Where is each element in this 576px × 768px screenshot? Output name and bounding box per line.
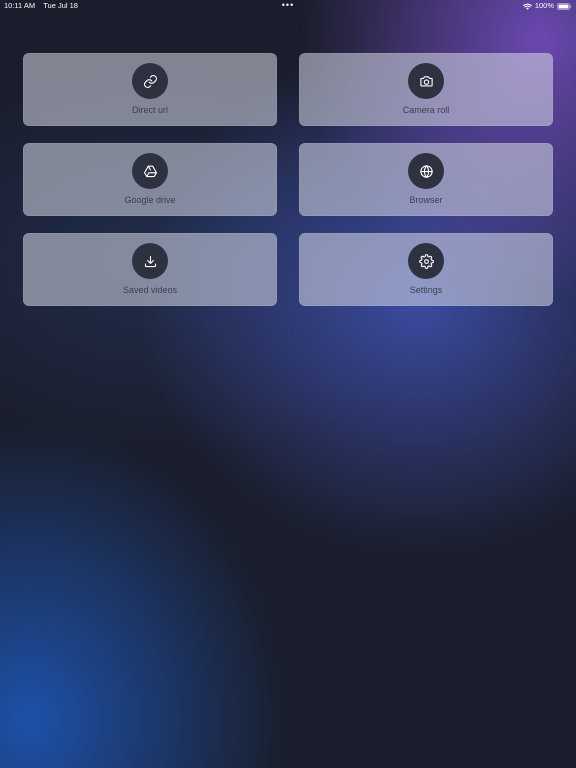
gear-icon — [408, 243, 444, 279]
settings-label: Settings — [409, 285, 443, 295]
browser-label: Browser — [409, 195, 443, 205]
google-drive-icon — [132, 153, 168, 189]
status-left: 10:11 AM Tue Jul 18 — [4, 0, 78, 12]
settings-button[interactable]: Settings — [299, 233, 553, 306]
battery-icon — [557, 2, 572, 10]
saved-videos-label: Saved videos — [122, 285, 178, 295]
globe-icon — [408, 153, 444, 189]
camera-roll-label: Camera roll — [402, 105, 450, 115]
download-icon — [132, 243, 168, 279]
direct-url-button[interactable]: Direct url — [23, 53, 277, 126]
status-date: Tue Jul 18 — [43, 1, 78, 10]
status-bar: 10:11 AM Tue Jul 18 ••• 100% — [0, 0, 576, 12]
google-drive-button[interactable]: Google drive — [23, 143, 277, 216]
direct-url-label: Direct url — [131, 105, 168, 115]
browser-button[interactable]: Browser — [299, 143, 553, 216]
link-icon — [132, 63, 168, 99]
wifi-icon — [522, 3, 532, 10]
menu-grid: Direct url Camera roll Google drive Brow… — [23, 53, 553, 306]
camera-icon — [408, 63, 444, 99]
multitasking-dots[interactable]: ••• — [282, 0, 294, 11]
battery-percent: 100% — [534, 1, 554, 10]
saved-videos-button[interactable]: Saved videos — [23, 233, 277, 306]
status-time: 10:11 AM — [4, 1, 36, 10]
camera-roll-button[interactable]: Camera roll — [299, 53, 553, 126]
google-drive-label: Google drive — [124, 195, 176, 205]
status-right: 100% — [522, 0, 572, 12]
